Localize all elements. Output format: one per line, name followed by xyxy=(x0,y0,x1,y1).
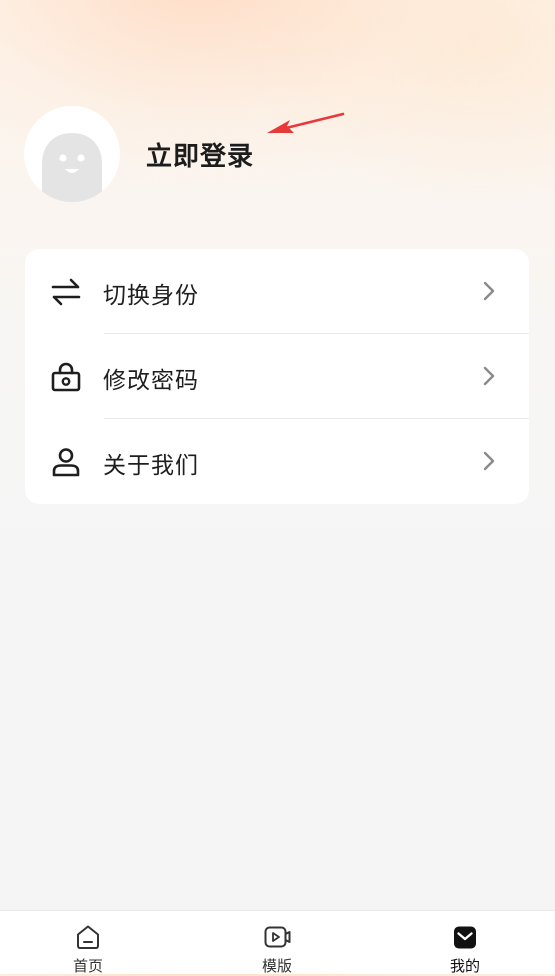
menu-item-about-us[interactable]: 关于我们 xyxy=(25,419,529,504)
chevron-right-icon xyxy=(483,281,495,301)
ghost-avatar-icon xyxy=(42,133,102,202)
lock-icon xyxy=(51,362,81,392)
home-icon xyxy=(77,925,99,949)
tab-home[interactable]: 首页 xyxy=(28,911,148,975)
tab-mine[interactable]: 我的 xyxy=(405,911,525,975)
mine-box-icon xyxy=(454,926,476,949)
settings-menu-card: 切换身份 修改密码 关于我们 xyxy=(25,249,529,504)
menu-item-label: 切换身份 xyxy=(103,283,199,309)
video-template-icon xyxy=(264,926,291,948)
menu-item-label: 修改密码 xyxy=(103,368,199,394)
menu-item-switch-identity[interactable]: 切换身份 xyxy=(25,249,529,334)
menu-item-change-password[interactable]: 修改密码 xyxy=(25,334,529,419)
login-link[interactable]: 立即登录 xyxy=(146,136,254,173)
bottom-tab-bar: 首页 模版 我的 xyxy=(0,910,555,975)
menu-item-label: 关于我们 xyxy=(103,453,199,479)
swap-arrows-icon xyxy=(51,278,81,306)
chevron-right-icon xyxy=(483,366,495,386)
user-icon xyxy=(52,448,80,477)
tab-templates[interactable]: 模版 xyxy=(217,911,337,975)
annotation-arrow-icon xyxy=(267,112,345,133)
avatar[interactable] xyxy=(24,106,120,202)
chevron-right-icon xyxy=(483,451,495,471)
